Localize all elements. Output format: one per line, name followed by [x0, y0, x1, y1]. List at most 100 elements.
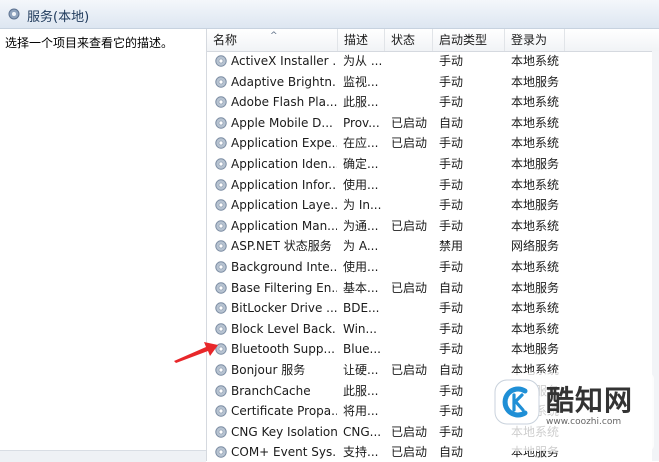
service-name: Bonjour 服务: [231, 363, 306, 377]
service-desc: 此服...: [343, 383, 379, 398]
table-row[interactable]: Adaptive Brightn... 监视... 手动 本地服务: [207, 72, 659, 93]
service-startup: 手动: [439, 177, 464, 192]
service-name: BranchCache: [231, 383, 311, 398]
service-gear-icon: [215, 199, 227, 211]
service-gear-icon: [215, 158, 227, 170]
table-row[interactable]: Application Laye... 为 In... 手动 本地服务: [207, 195, 659, 216]
service-desc: 确定...: [343, 157, 379, 171]
service-name: BitLocker Drive ...: [231, 301, 337, 316]
table-row[interactable]: Adobe Flash Pla... 此服... 手动 本地系统: [207, 92, 659, 113]
column-header-status[interactable]: 状态: [385, 29, 433, 51]
description-pane: 选择一个项目来查看它的描述。: [0, 29, 206, 461]
column-header-description[interactable]: 描述: [338, 29, 385, 51]
service-desc: CNG...: [343, 424, 382, 439]
service-status: 已启动: [391, 445, 428, 460]
watermark-logo: 酷知网 www.coozhi.com: [484, 373, 654, 451]
service-startup: 手动: [439, 342, 464, 357]
table-row[interactable]: ASP.NET 状态服务为 A... 禁用 网络服务: [207, 236, 659, 257]
service-logon: 本地系统: [511, 136, 560, 151]
service-name: Certificate Propa...: [231, 404, 337, 419]
service-gear-icon: [215, 117, 227, 129]
service-logon: 本地系统: [511, 115, 560, 130]
service-status: 已启动: [391, 136, 428, 151]
service-desc: 将用...: [343, 404, 379, 419]
service-logon: 本地系统: [511, 321, 560, 336]
service-desc: 为 In...: [343, 198, 382, 213]
table-row[interactable]: BitLocker Drive ... BDE... 手动 本地系统: [207, 298, 659, 319]
service-gear-icon: [215, 75, 227, 88]
table-row[interactable]: Block Level Back... Win... 手动 本地系统: [207, 319, 659, 340]
left-horizontal-scrollbar[interactable]: [0, 450, 206, 462]
service-name: Adobe Flash Pla...: [231, 95, 337, 110]
service-gear-icon: [215, 137, 227, 150]
service-startup: 自动: [439, 280, 464, 295]
table-row[interactable]: Application Iden... 确定... 手动 本地服务: [207, 154, 659, 175]
column-header-name[interactable]: ^ 名称: [207, 29, 338, 51]
service-startup: 自动: [439, 363, 464, 377]
service-startup: 手动: [439, 95, 464, 110]
service-gear-icon: [215, 364, 227, 376]
table-row[interactable]: Application Infor... 使用... 手动 本地系统: [207, 175, 659, 196]
table-row[interactable]: Base Filtering En... 基本... 已启动 自动 本地服务: [207, 278, 659, 299]
table-row[interactable]: Bluetooth Supp... Blue... 手动 本地服务: [207, 339, 659, 360]
service-logon: 本地系统: [511, 260, 560, 274]
table-row[interactable]: Apple Mobile D... Prov... 已启动 自动 本地系统: [207, 113, 659, 134]
service-logon: 本地系统: [511, 301, 560, 316]
table-row[interactable]: ActiveX Installer ... 为从 ... 手动 本地系统: [207, 51, 659, 72]
service-name: CNG Key Isolation: [231, 424, 337, 439]
service-startup: 手动: [439, 321, 464, 336]
service-name: Application Infor...: [231, 177, 337, 192]
service-logon: 本地服务: [511, 157, 560, 171]
table-row[interactable]: Application Expe... 在应... 已启动 手动 本地系统: [207, 133, 659, 154]
service-desc: 使用...: [343, 260, 379, 274]
services-gear-icon: [8, 8, 20, 20]
service-gear-icon: [215, 426, 227, 438]
service-desc: 基本...: [343, 280, 379, 295]
service-startup: 手动: [439, 157, 464, 171]
service-desc: 支持...: [343, 445, 379, 460]
sort-ascending-icon: ^: [270, 31, 278, 41]
service-gear-icon: [215, 302, 227, 314]
service-logon: 本地系统: [511, 177, 560, 192]
service-gear-icon: [215, 405, 227, 417]
service-logon: 本地系统: [511, 218, 560, 233]
service-startup: 手动: [439, 383, 464, 398]
service-logon: 本地服务: [511, 342, 560, 357]
service-startup: 自动: [439, 115, 464, 130]
column-header-startup-type[interactable]: 启动类型: [433, 29, 505, 51]
service-startup: 手动: [439, 136, 464, 151]
service-startup: 手动: [439, 218, 464, 233]
service-name: Application Expe...: [231, 136, 337, 151]
table-row[interactable]: Background Inte... 使用... 手动 本地系统: [207, 257, 659, 278]
service-logon: 本地系统: [511, 95, 560, 110]
service-name: Adaptive Brightn...: [231, 74, 337, 89]
service-gear-icon: [215, 281, 227, 294]
watermark-url: www.coozhi.com: [546, 417, 622, 427]
title-bar: 服务(本地): [0, 0, 659, 29]
service-startup: 自动: [439, 445, 464, 460]
service-startup: 手动: [439, 260, 464, 274]
service-logon: 本地服务: [511, 74, 560, 89]
column-header-logon-as[interactable]: 登录为: [505, 29, 565, 51]
service-desc: 为从 ...: [343, 54, 383, 68]
service-gear-icon: [215, 96, 227, 108]
service-name: COM+ Event Sys...: [231, 445, 337, 460]
service-status: 已启动: [391, 424, 428, 439]
service-gear-icon: [215, 384, 227, 397]
service-gear-icon: [215, 446, 227, 459]
service-name: Base Filtering En...: [231, 280, 337, 295]
service-desc: 在应...: [343, 136, 379, 151]
table-row[interactable]: Application Man... 为通... 已启动 手动 本地系统: [207, 216, 659, 237]
service-startup: 手动: [439, 74, 464, 89]
service-name: Application Man...: [231, 218, 337, 233]
service-gear-icon: [215, 178, 227, 191]
service-gear-icon: [215, 323, 227, 335]
service-name: Block Level Back...: [231, 321, 337, 336]
service-desc: 监视...: [343, 74, 379, 89]
service-status: 已启动: [391, 280, 428, 295]
service-desc: Prov...: [343, 115, 380, 130]
service-status: 已启动: [391, 218, 428, 233]
service-desc: Blue...: [343, 342, 381, 357]
service-gear-icon: [215, 261, 227, 273]
service-name: Background Inte...: [231, 260, 337, 274]
